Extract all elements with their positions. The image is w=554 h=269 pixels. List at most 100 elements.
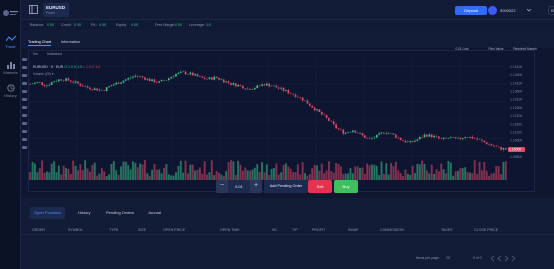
tab-history[interactable]: History bbox=[78, 207, 90, 219]
qty-value[interactable]: 0.01 bbox=[228, 184, 250, 189]
volume-bar bbox=[186, 173, 189, 180]
candle-body bbox=[454, 137, 457, 139]
buy-button[interactable]: Buy bbox=[334, 180, 358, 193]
volume-bar bbox=[81, 170, 84, 180]
tab-trading-chart[interactable]: Trading Chart bbox=[28, 40, 52, 46]
language-button[interactable]: EN bbox=[548, 6, 554, 15]
volume-bar bbox=[485, 170, 488, 180]
candle-body bbox=[239, 84, 242, 86]
equity-value: 0.00 bbox=[131, 23, 138, 27]
volume-bar bbox=[392, 166, 395, 180]
volume-bar bbox=[459, 168, 462, 180]
eye-icon[interactable] bbox=[22, 138, 27, 141]
volume-bar bbox=[215, 171, 218, 180]
candle-body bbox=[101, 89, 103, 91]
deposit-button[interactable]: Deposit bbox=[455, 6, 487, 15]
symbol-selector[interactable]: EURUSD Forex bbox=[43, 3, 69, 17]
qty-minus-button[interactable]: − bbox=[216, 180, 228, 193]
volume-bar bbox=[38, 168, 41, 180]
zoom-icon[interactable] bbox=[22, 114, 27, 117]
interval-selector[interactable]: 5m bbox=[33, 52, 38, 56]
sidebar-item-history[interactable]: History bbox=[0, 84, 21, 98]
candle-body bbox=[344, 132, 347, 134]
candle-body bbox=[493, 145, 495, 147]
volume-bar bbox=[428, 173, 431, 180]
credit-label: Credit: bbox=[61, 23, 72, 27]
trash-icon[interactable] bbox=[22, 146, 27, 149]
candle-body bbox=[461, 138, 464, 140]
volume-bar bbox=[36, 172, 39, 180]
brush-icon[interactable] bbox=[22, 82, 27, 85]
add-pending-order-button[interactable]: Add Pending Order bbox=[264, 180, 308, 193]
volume-bar bbox=[296, 164, 299, 180]
volume-bar bbox=[105, 175, 108, 180]
candle-body bbox=[402, 140, 404, 141]
candle-body bbox=[108, 86, 110, 88]
volume-bar bbox=[158, 169, 161, 180]
volume-bar bbox=[323, 173, 326, 180]
pattern-icon[interactable] bbox=[22, 98, 27, 101]
account-id[interactable]: 9000022 bbox=[500, 8, 516, 13]
volume-bar bbox=[457, 170, 459, 180]
candle-body bbox=[43, 85, 46, 87]
volume-bar bbox=[77, 170, 79, 180]
volume-bar bbox=[256, 164, 259, 180]
volume-bar bbox=[387, 174, 390, 180]
qty-plus-button[interactable]: + bbox=[250, 180, 262, 193]
candle-body bbox=[363, 135, 366, 139]
crosshair-icon[interactable] bbox=[22, 58, 27, 61]
price-chart[interactable]: 1.15100 1.14600 1.14100 1.13600 1.13100 1.126… bbox=[29, 58, 526, 191]
balance-label: Balance: bbox=[30, 23, 44, 27]
candle-body bbox=[497, 146, 500, 148]
text-icon[interactable] bbox=[22, 90, 27, 93]
price-tick-label: 1.11100 bbox=[510, 130, 522, 134]
chevron-down-icon[interactable] bbox=[527, 9, 531, 12]
leverage-label: Leverage: bbox=[189, 23, 205, 27]
col-profit: PROFIT bbox=[312, 228, 326, 232]
volume-bar bbox=[206, 174, 209, 180]
candle-body bbox=[466, 137, 469, 138]
pagination-arrows[interactable] bbox=[491, 256, 515, 261]
volume-bar bbox=[409, 174, 412, 180]
candle-body bbox=[464, 137, 467, 139]
candle-body bbox=[53, 81, 55, 83]
candle-body bbox=[160, 80, 163, 82]
measure-icon[interactable] bbox=[22, 106, 27, 109]
volume-bar bbox=[194, 170, 197, 180]
candle-body bbox=[261, 84, 263, 86]
tab-information[interactable]: Information bbox=[61, 40, 80, 44]
lock-icon[interactable] bbox=[22, 130, 27, 133]
layout-icon[interactable] bbox=[29, 5, 38, 14]
volume-bar bbox=[361, 167, 364, 180]
candle-body bbox=[375, 134, 378, 138]
tab-journal[interactable]: Journal bbox=[148, 207, 161, 219]
volume-bar bbox=[132, 161, 134, 180]
tab-pending-orders[interactable]: Pending Orders bbox=[106, 207, 134, 219]
candle-body bbox=[275, 85, 278, 88]
items-per-page-select[interactable]: 20 bbox=[446, 256, 450, 260]
indicators-button[interactable]: Indicators bbox=[47, 52, 62, 56]
candle-body bbox=[361, 133, 364, 136]
candle-body bbox=[304, 100, 306, 101]
candle-body bbox=[316, 109, 318, 111]
sidebar-item-markets[interactable]: Markets bbox=[0, 61, 21, 75]
fib-icon[interactable] bbox=[22, 74, 27, 77]
sell-button[interactable]: Sell bbox=[308, 180, 332, 193]
avatar[interactable] bbox=[488, 6, 497, 15]
candle-body bbox=[139, 76, 141, 77]
volume-bar bbox=[502, 161, 505, 180]
volume-bar bbox=[124, 161, 127, 180]
volume-bar bbox=[287, 166, 290, 180]
candle-body bbox=[163, 80, 165, 81]
candle-body bbox=[330, 120, 333, 122]
candle-body bbox=[421, 137, 423, 138]
tab-open-positions[interactable]: Open Positions bbox=[30, 207, 66, 219]
candle-body bbox=[471, 136, 474, 139]
sidebar-item-trade[interactable]: Trade bbox=[0, 35, 21, 49]
candle-body bbox=[60, 79, 63, 81]
volume-bar bbox=[134, 162, 137, 180]
magnet-icon[interactable] bbox=[22, 122, 27, 125]
trendline-icon[interactable] bbox=[22, 66, 27, 69]
volume-bar bbox=[261, 162, 263, 180]
volume-bar bbox=[244, 167, 247, 180]
